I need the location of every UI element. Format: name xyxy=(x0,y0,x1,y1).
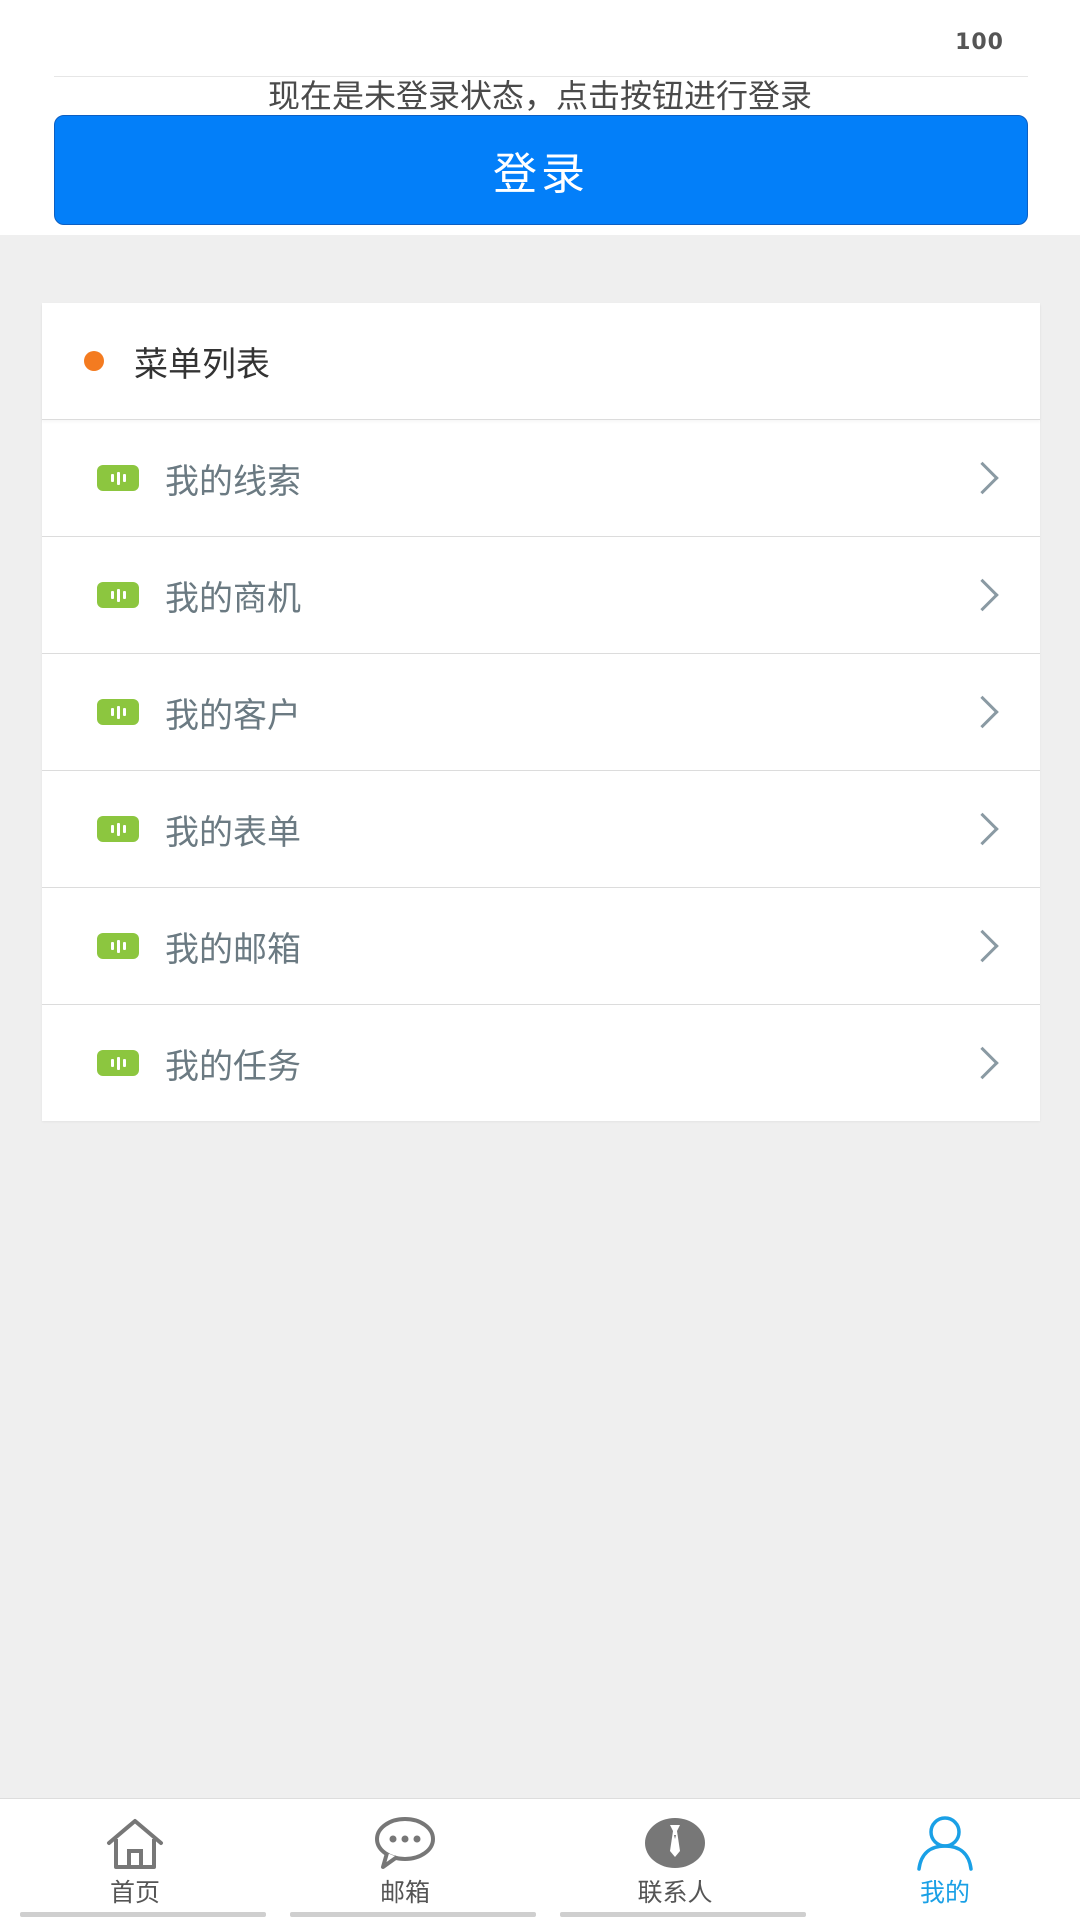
list-icon xyxy=(97,582,139,608)
list-icon xyxy=(97,816,139,842)
chevron-right-icon xyxy=(966,695,999,729)
tab-underline xyxy=(290,1912,536,1917)
menu-header: 菜单列表 xyxy=(42,303,1040,420)
chat-bubble-icon xyxy=(375,1817,435,1869)
chevron-right-icon xyxy=(966,578,999,612)
tab-me[interactable]: 我的 xyxy=(810,1799,1080,1921)
login-panel: 100 现在是未登录状态，点击按钮进行登录 登录 xyxy=(0,0,1080,235)
menu-title: 菜单列表 xyxy=(134,344,270,385)
tab-home[interactable]: 首页 xyxy=(0,1799,270,1921)
status-value: 100 xyxy=(955,30,1004,55)
bottom-tab-bar: 首页 邮箱 联系人 我的 xyxy=(0,1798,1080,1921)
menu-card: 菜单列表 我的线索 我的商机 我的客户 我的表单 我的邮箱 我的任务 xyxy=(42,303,1040,1121)
list-icon xyxy=(97,1050,139,1076)
tab-label: 我的 xyxy=(919,1878,970,1907)
menu-item-label: 我的表单 xyxy=(165,812,301,853)
tab-label: 联系人 xyxy=(637,1878,713,1907)
list-icon xyxy=(97,699,139,725)
tab-underline xyxy=(560,1912,806,1917)
user-icon xyxy=(917,1816,973,1871)
menu-item-clues[interactable]: 我的线索 xyxy=(42,420,1040,537)
contact-tie-icon xyxy=(645,1818,705,1868)
chevron-right-icon xyxy=(966,929,999,963)
dot-icon xyxy=(84,351,104,371)
menu-item-tasks[interactable]: 我的任务 xyxy=(42,1005,1040,1121)
tab-underline xyxy=(20,1912,266,1917)
menu-item-mailbox[interactable]: 我的邮箱 xyxy=(42,888,1040,1005)
menu-item-label: 我的客户 xyxy=(165,695,301,736)
chevron-right-icon xyxy=(966,812,999,846)
tab-label: 邮箱 xyxy=(379,1878,430,1907)
menu-item-label: 我的任务 xyxy=(165,1046,301,1087)
chevron-right-icon xyxy=(966,461,999,495)
login-hint-text: 现在是未登录状态，点击按钮进行登录 xyxy=(267,77,812,115)
tab-label: 首页 xyxy=(109,1878,160,1907)
menu-item-opportunities[interactable]: 我的商机 xyxy=(42,537,1040,654)
menu-item-label: 我的线索 xyxy=(165,461,301,502)
menu-item-customers[interactable]: 我的客户 xyxy=(42,654,1040,771)
home-icon xyxy=(107,1819,163,1869)
tab-contacts[interactable]: 联系人 xyxy=(540,1799,810,1921)
login-button[interactable]: 登录 xyxy=(54,115,1028,225)
menu-item-label: 我的邮箱 xyxy=(165,929,301,970)
tab-mailbox[interactable]: 邮箱 xyxy=(270,1799,540,1921)
chevron-right-icon xyxy=(966,1046,999,1080)
list-icon xyxy=(97,465,139,491)
menu-item-label: 我的商机 xyxy=(165,578,301,619)
menu-item-forms[interactable]: 我的表单 xyxy=(42,771,1040,888)
list-icon xyxy=(97,933,139,959)
